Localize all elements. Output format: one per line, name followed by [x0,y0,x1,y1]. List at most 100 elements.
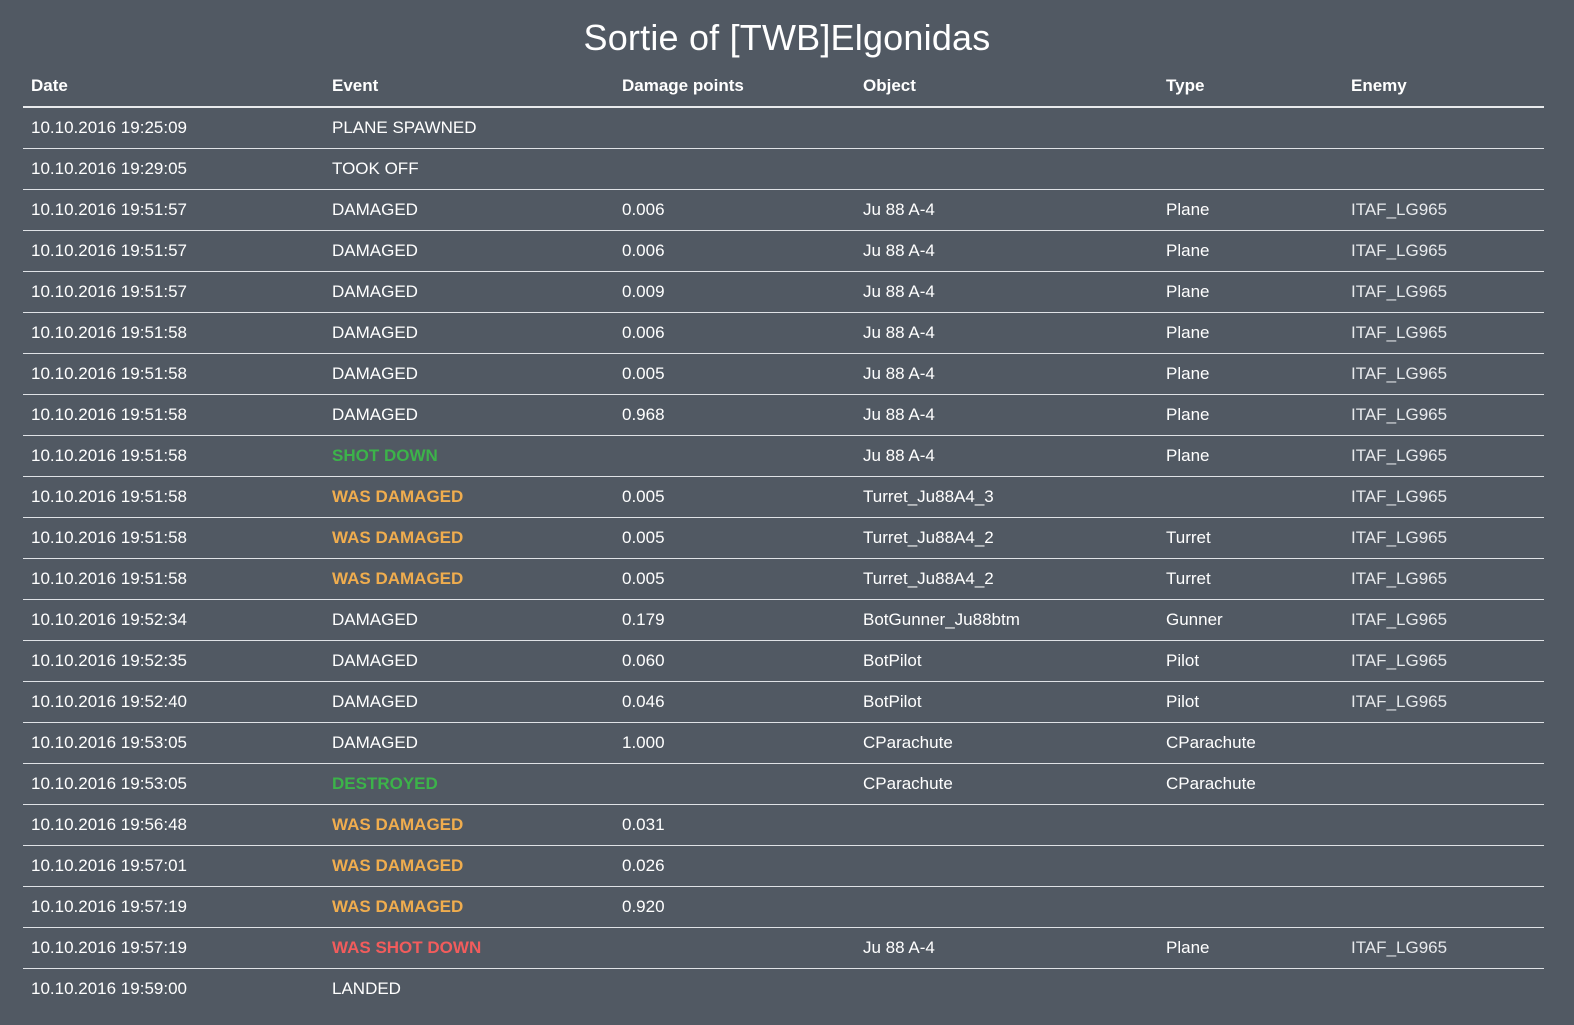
enemy-cell [1343,763,1544,805]
object-cell [855,845,1158,887]
damage-points-cell: 0.009 [614,271,855,313]
damage-points-cell: 0.005 [614,517,855,559]
table-row: 10.10.2016 19:51:58 DAMAGED 0.006 Ju 88 A-4… [23,312,1544,354]
date-cell: 10.10.2016 19:51:58 [23,394,324,436]
date-cell: 10.10.2016 19:51:58 [23,517,324,559]
event-cell: DAMAGED [324,681,614,723]
damage-points-cell: 0.006 [614,230,855,272]
date-cell: 10.10.2016 19:51:57 [23,189,324,231]
type-cell [1158,148,1343,190]
table-row: 10.10.2016 19:51:58 DAMAGED 0.968 Ju 88 A-4… [23,394,1544,436]
enemy-cell [1343,148,1544,190]
object-cell [855,886,1158,928]
date-cell: 10.10.2016 19:51:58 [23,476,324,518]
object-cell: BotPilot [855,681,1158,723]
date-cell: 10.10.2016 19:57:19 [23,927,324,969]
table-row: 10.10.2016 19:51:58 WAS DAMAGED 0.005 Turre… [23,517,1544,559]
damage-points-cell: 0.006 [614,189,855,231]
object-cell: Turret_Ju88A4_2 [855,517,1158,559]
damage-points-cell [614,107,855,149]
event-cell: DAMAGED [324,394,614,436]
type-cell: Plane [1158,189,1343,231]
table-row: 10.10.2016 19:52:34 DAMAGED 0.179 BotGunner… [23,599,1544,641]
enemy-cell [1343,722,1544,764]
enemy-cell [1343,886,1544,928]
enemy-cell: ITAF_LG965 [1343,353,1544,395]
event-cell: SHOT DOWN [324,435,614,477]
object-cell: Turret_Ju88A4_3 [855,476,1158,518]
date-cell: 10.10.2016 19:52:35 [23,640,324,682]
type-cell: Gunner [1158,599,1343,641]
table-row: 10.10.2016 19:56:48 WAS DAMAGED 0.031 [23,804,1544,846]
type-cell [1158,886,1343,928]
table-row: 10.10.2016 19:25:09 PLANE SPAWNED [23,107,1544,149]
damage-points-cell: 0.968 [614,394,855,436]
event-cell: DAMAGED [324,230,614,272]
damage-points-cell [614,763,855,805]
date-cell: 10.10.2016 19:51:58 [23,558,324,600]
damage-points-cell: 0.005 [614,558,855,600]
damage-points-cell: 0.026 [614,845,855,887]
event-cell: DAMAGED [324,271,614,313]
date-cell: 10.10.2016 19:51:57 [23,230,324,272]
table-body: 10.10.2016 19:25:09 PLANE SPAWNED 10.10.20… [23,107,1544,1009]
object-cell [855,148,1158,190]
date-cell: 10.10.2016 19:51:57 [23,271,324,313]
header-date: Date [23,66,324,108]
damage-points-cell [614,969,855,1010]
enemy-cell [1343,845,1544,887]
date-cell: 10.10.2016 19:53:05 [23,722,324,764]
table-row: 10.10.2016 19:51:57 DAMAGED 0.006 Ju 88 A-4… [23,230,1544,272]
object-cell: Ju 88 A-4 [855,271,1158,313]
header-event: Event [324,66,614,108]
type-cell [1158,804,1343,846]
object-cell [855,969,1158,1010]
enemy-cell [1343,804,1544,846]
header-damage-points: Damage points [614,66,855,108]
table-row: 10.10.2016 19:59:00 LANDED [23,969,1544,1010]
sortie-table-container: Date Event Damage points Object Type Ene… [23,66,1544,1009]
event-cell: WAS DAMAGED [324,476,614,518]
damage-points-cell: 0.005 [614,476,855,518]
header-enemy: Enemy [1343,66,1544,108]
date-cell: 10.10.2016 19:59:00 [31,979,187,998]
damage-points-cell: 0.031 [614,804,855,846]
type-cell [1158,969,1343,1010]
date-cell: 10.10.2016 19:51:58 [23,353,324,395]
table-row: 10.10.2016 19:51:58 WAS DAMAGED 0.005 Turre… [23,558,1544,600]
damage-points-cell: 0.006 [614,312,855,354]
enemy-cell: ITAF_LG965 [1343,640,1544,682]
damage-points-cell: 0.005 [614,353,855,395]
enemy-cell: ITAF_LG965 [1343,189,1544,231]
table-row: 10.10.2016 19:51:58 WAS DAMAGED 0.005 Turre… [23,476,1544,518]
object-cell: BotPilot [855,640,1158,682]
event-cell: LANDED [332,979,401,998]
type-cell [1158,476,1343,518]
event-cell: TOOK OFF [324,148,614,190]
event-cell: DAMAGED [324,353,614,395]
event-cell: PLANE SPAWNED [324,107,614,149]
damage-points-cell [614,435,855,477]
enemy-cell [1343,969,1544,1010]
table-row: 10.10.2016 19:57:19 WAS DAMAGED 0.920 [23,886,1544,928]
enemy-cell: ITAF_LG965 [1343,312,1544,354]
table-row: 10.10.2016 19:52:40 DAMAGED 0.046 BotPilot P… [23,681,1544,723]
event-cell: DAMAGED [324,312,614,354]
event-cell: WAS SHOT DOWN [324,927,614,969]
table-row: 10.10.2016 19:53:05 DAMAGED 1.000 CParachut… [23,722,1544,764]
damage-points-cell: 0.060 [614,640,855,682]
table-row: 10.10.2016 19:52:35 DAMAGED 0.060 BotPilot P… [23,640,1544,682]
enemy-cell: ITAF_LG965 [1343,927,1544,969]
table-row: 10.10.2016 19:57:01 WAS DAMAGED 0.026 [23,845,1544,887]
damage-points-cell: 0.046 [614,681,855,723]
type-cell: Pilot [1158,640,1343,682]
object-cell: CParachute [855,722,1158,764]
type-cell: CParachute [1158,722,1343,764]
type-cell: Plane [1158,230,1343,272]
date-cell: 10.10.2016 19:29:05 [23,148,324,190]
type-cell: Pilot [1158,681,1343,723]
event-cell: DESTROYED [324,763,614,805]
type-cell: Plane [1158,353,1343,395]
header-type: Type [1158,66,1343,108]
object-cell: Turret_Ju88A4_2 [855,558,1158,600]
